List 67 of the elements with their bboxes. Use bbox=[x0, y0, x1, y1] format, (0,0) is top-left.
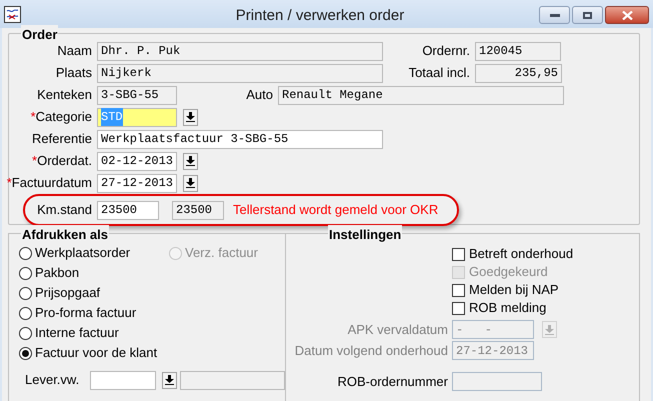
field-label: Datum volgend onderhoud bbox=[294, 342, 449, 360]
radio-option[interactable]: Pakbon bbox=[19, 263, 169, 283]
checkbox-option[interactable]: ROB melding bbox=[452, 300, 639, 316]
dropdown-button[interactable] bbox=[162, 372, 178, 388]
field-label: APK vervaldatum bbox=[346, 320, 449, 339]
field-label: Referentie bbox=[32, 130, 92, 148]
order-number-field[interactable]: 120045 bbox=[475, 42, 561, 60]
radio-option[interactable]: Interne factuur bbox=[19, 323, 169, 343]
radio-button[interactable] bbox=[19, 286, 32, 300]
field-label: Totaal incl. bbox=[408, 64, 470, 82]
radio-button[interactable] bbox=[19, 326, 32, 340]
license-plate-field[interactable]: 3-SBG-55 bbox=[97, 86, 177, 104]
field-label: Kenteken bbox=[37, 86, 92, 104]
checkbox-option[interactable]: Betreft onderhoud bbox=[452, 246, 639, 262]
checkbox[interactable] bbox=[452, 302, 465, 314]
window-title: Printen / verwerken order bbox=[234, 6, 406, 26]
maximize-button[interactable] bbox=[572, 6, 603, 24]
field-label: Km.stand bbox=[37, 201, 92, 220]
field-label: Lever.vw. bbox=[24, 371, 80, 390]
field-label: Categorie bbox=[36, 108, 92, 126]
down-arrow-icon bbox=[186, 112, 195, 122]
field-label: Plaats bbox=[56, 64, 92, 82]
radio-option[interactable]: Werkplaatsorder bbox=[19, 243, 169, 263]
field-label: ROB-ordernummer bbox=[336, 372, 449, 391]
radio-button[interactable] bbox=[19, 266, 32, 280]
reference-field[interactable]: Werkplaatsfactuur 3-SBG-55 bbox=[97, 130, 383, 148]
radio-button[interactable] bbox=[19, 246, 32, 260]
down-arrow-icon bbox=[545, 324, 554, 334]
dropdown-button[interactable] bbox=[183, 108, 198, 126]
field-label: Ordernr. bbox=[422, 42, 470, 60]
field-label: Orderdat. bbox=[37, 152, 92, 170]
name-field[interactable]: Dhr. P. Puk bbox=[97, 42, 383, 60]
radio-option[interactable]: Prijsopgaaf bbox=[19, 283, 169, 303]
down-arrow-icon bbox=[186, 156, 195, 166]
checkbox[interactable] bbox=[452, 248, 465, 260]
radio-option[interactable]: Factuur voor de klant bbox=[19, 343, 169, 363]
close-button[interactable] bbox=[605, 6, 649, 24]
field-label: Auto bbox=[246, 86, 273, 104]
required-asterisk: * bbox=[30, 108, 36, 126]
group-legend: Instellingen bbox=[328, 225, 402, 244]
city-field[interactable]: Nijkerk bbox=[97, 64, 383, 82]
dropdown-button[interactable] bbox=[183, 174, 198, 192]
order-date-field[interactable]: 02-12-2013 bbox=[97, 152, 177, 170]
mileage-reading-field[interactable]: 23500 bbox=[172, 200, 224, 220]
delivery-method-field[interactable] bbox=[90, 370, 156, 390]
field-label: Naam bbox=[57, 42, 92, 60]
rob-order-number-field[interactable] bbox=[452, 372, 542, 391]
minimize-button[interactable] bbox=[539, 6, 570, 24]
close-icon bbox=[622, 10, 632, 20]
delivery-description-field[interactable] bbox=[180, 370, 285, 390]
down-arrow-icon bbox=[165, 375, 174, 385]
dropdown-button[interactable] bbox=[183, 152, 198, 170]
invoice-date-field[interactable]: 27-12-2013 bbox=[97, 174, 177, 192]
checkbox[interactable] bbox=[452, 284, 465, 296]
total-field[interactable]: 235,95 bbox=[475, 64, 562, 82]
required-asterisk: * bbox=[32, 152, 38, 170]
checkbox-option[interactable]: Melden bij NAP bbox=[452, 282, 639, 298]
app-logo-icon bbox=[4, 6, 21, 22]
field-label: Factuurdatum bbox=[12, 174, 92, 192]
required-asterisk: * bbox=[6, 174, 12, 192]
radio-button[interactable] bbox=[19, 306, 32, 320]
radio-option[interactable]: Pro-forma factuur bbox=[19, 303, 169, 323]
down-arrow-icon bbox=[186, 178, 195, 188]
mileage-notice: Tellerstand wordt gemeld voor OKR bbox=[233, 201, 438, 220]
car-field[interactable]: Renault Megane bbox=[278, 86, 564, 104]
radio-button[interactable] bbox=[19, 346, 32, 360]
mileage-field[interactable]: 23500 bbox=[97, 200, 159, 220]
